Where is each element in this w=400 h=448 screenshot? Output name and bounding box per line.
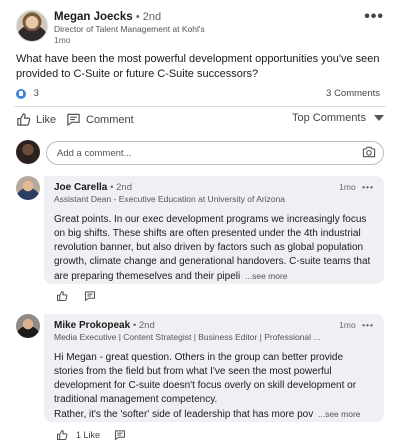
camera-icon[interactable] (362, 146, 376, 158)
like-reaction-icon[interactable] (16, 88, 26, 99)
divider (14, 106, 386, 107)
comment-label: Comment (86, 113, 134, 126)
author-line: Megan Joecks • 2nd (54, 11, 205, 23)
comment-bubble: Mike Prokopeak • 2nd Media Executive | C… (44, 314, 384, 422)
comment-more-icon[interactable]: ••• (362, 182, 374, 192)
author-block: Megan Joecks • 2nd Director of Talent Ma… (54, 11, 205, 45)
like-label: Like (36, 113, 57, 126)
action-bar: Like Comment Top Comments (14, 110, 384, 130)
comment-time: 1mo (339, 182, 356, 192)
commenter-avatar[interactable] (16, 314, 40, 338)
post-body: What have been the most powerful develop… (16, 53, 380, 80)
comments-count[interactable]: 3 Comments (326, 88, 380, 99)
comment-meta: 1mo ••• (339, 320, 374, 330)
reactions-count[interactable]: 3 (34, 88, 39, 99)
comment-like-count[interactable]: 1 Like (76, 430, 100, 440)
sort-comments-dropdown[interactable]: Top Comments (292, 112, 384, 124)
comment-text: Great points. In our exec development pr… (54, 213, 374, 284)
comment-actions: 1 Like (56, 429, 126, 441)
comment-input[interactable] (46, 141, 384, 165)
commenter-name[interactable]: Mike Prokopeak (54, 320, 130, 331)
commenter-line: Joe Carella • 2nd (54, 182, 374, 193)
post-time: 1mo (54, 35, 71, 45)
reply-icon[interactable] (84, 290, 96, 302)
comment-text-body: Hi Megan - great question. Others in the… (54, 352, 357, 405)
commenter-name[interactable]: Joe Carella (54, 182, 107, 193)
connection-degree: • 2nd (110, 182, 132, 193)
comment-more-icon[interactable]: ••• (362, 320, 374, 330)
comment-text-line: Rather, it's the 'softer' side of leader… (54, 409, 314, 420)
post-header: Megan Joecks • 2nd Director of Talent Ma… (16, 8, 386, 46)
author-name[interactable]: Megan Joecks (54, 11, 133, 23)
thumbs-up-icon (17, 113, 31, 126)
comment-time: 1mo (339, 320, 356, 330)
self-avatar (16, 140, 40, 164)
commenter-headline: Assistant Dean - Executive Education at … (54, 194, 286, 204)
commenter-avatar[interactable] (16, 176, 40, 200)
comment-compose (16, 140, 384, 166)
comment-item: Joe Carella • 2nd Assistant Dean - Execu… (16, 176, 384, 294)
caret-down-icon (374, 115, 384, 121)
comment-text-continued: Rather, it's the 'softer' side of leader… (54, 407, 374, 422)
connection-degree: • 2nd (135, 11, 162, 23)
comment-item: Mike Prokopeak • 2nd Media Executive | C… (16, 314, 384, 426)
author-avatar[interactable] (16, 10, 48, 42)
more-options-icon[interactable]: ••• (364, 8, 384, 26)
social-counts: 3 3 Comments (16, 88, 380, 102)
comment-actions (56, 290, 96, 302)
see-more-link[interactable]: ...see more (318, 409, 361, 419)
author-headline: Director of Talent Management at Kohl's (54, 24, 205, 34)
comment-icon (67, 113, 80, 126)
sort-label: Top Comments (292, 112, 366, 124)
comment-text: Hi Megan - great question. Others in the… (54, 351, 374, 422)
thumbs-up-icon[interactable] (56, 290, 68, 302)
connection-degree: • 2nd (132, 320, 155, 331)
comment-text-body: Great points. In our exec development pr… (54, 214, 371, 282)
like-button[interactable]: Like (16, 112, 56, 127)
comment-button[interactable]: Comment (66, 112, 134, 127)
commenter-headline: Media Executive | Content Strategist | B… (54, 332, 321, 342)
comment-bubble: Joe Carella • 2nd Assistant Dean - Execu… (44, 176, 384, 284)
commenter-line: Mike Prokopeak • 2nd (54, 320, 374, 331)
thumbs-up-icon[interactable] (56, 429, 68, 441)
comment-meta: 1mo ••• (339, 182, 374, 192)
reply-icon[interactable] (114, 429, 126, 441)
see-more-link[interactable]: ...see more (245, 271, 288, 281)
